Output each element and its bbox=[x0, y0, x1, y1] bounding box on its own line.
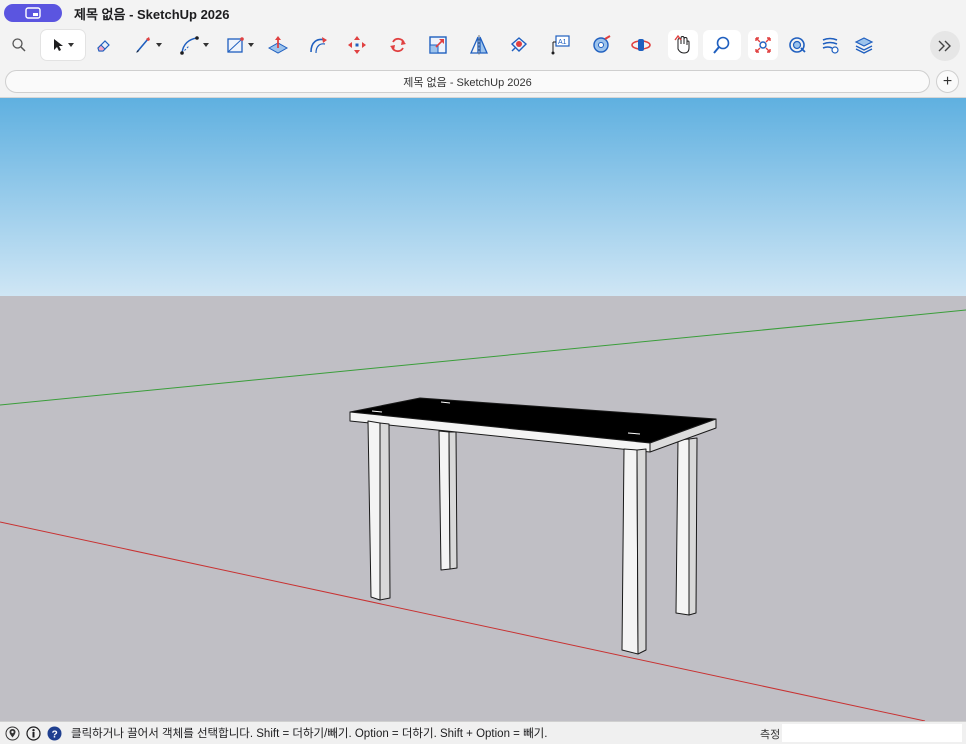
chevron-down-icon bbox=[68, 43, 74, 47]
pencil-icon bbox=[136, 37, 150, 53]
move-tool-button[interactable] bbox=[345, 30, 369, 60]
components-tool-button[interactable] bbox=[785, 30, 809, 60]
modeling-viewport[interactable] bbox=[0, 98, 966, 721]
scale-tool-button[interactable] bbox=[426, 30, 450, 60]
credits-icon bbox=[26, 725, 41, 741]
sketchup-window: 제목 없음 - SketchUp 2026 A1 제목 없음 - SketchU… bbox=[0, 0, 966, 744]
new-tab-button[interactable]: + bbox=[936, 70, 959, 93]
zoom-tool-button[interactable] bbox=[703, 30, 741, 60]
styles-icon bbox=[822, 37, 839, 54]
paint-bucket-tool-button[interactable] bbox=[507, 30, 531, 60]
zoom-extents-tool-button[interactable] bbox=[748, 30, 778, 60]
chevron-down-icon bbox=[203, 43, 209, 47]
table-leg-back-right bbox=[675, 438, 690, 616]
eraser-tool-button[interactable] bbox=[93, 30, 115, 60]
ground bbox=[0, 296, 966, 721]
status-hint-text: 클릭하거나 끌어서 객체를 선택합니다. Shift = 더하기/빼기. Opt… bbox=[71, 728, 548, 740]
hand-icon bbox=[674, 34, 690, 54]
push-pull-icon bbox=[267, 36, 289, 54]
document-tab-bar: 제목 없음 - SketchUp 2026 + bbox=[0, 66, 966, 98]
shape-tool-button[interactable] bbox=[221, 30, 259, 60]
help-button[interactable]: ? bbox=[46, 725, 63, 742]
main-toolbar: A1 bbox=[0, 26, 966, 66]
move-arrows-icon bbox=[348, 36, 366, 54]
text-tool-button[interactable]: A1 bbox=[547, 30, 573, 60]
pan-tool-button[interactable] bbox=[668, 30, 698, 60]
tape-measure-tool-button[interactable] bbox=[589, 30, 613, 60]
layers-icon bbox=[854, 37, 874, 54]
follow-me-icon bbox=[310, 37, 327, 54]
zoom-icon bbox=[713, 36, 730, 54]
svg-text:A1: A1 bbox=[558, 39, 567, 46]
text-label-icon: A1 bbox=[551, 35, 570, 55]
sky bbox=[0, 98, 966, 296]
table-leg-front-right bbox=[621, 448, 639, 655]
pencil-tool-button[interactable] bbox=[129, 30, 167, 60]
rotate-tool-button[interactable] bbox=[386, 30, 410, 60]
flip-icon bbox=[470, 35, 488, 55]
title-bar: 제목 없음 - SketchUp 2026 bbox=[0, 0, 966, 26]
paint-icon bbox=[510, 37, 528, 52]
select-tool-button[interactable] bbox=[41, 30, 85, 60]
follow-me-tool-button[interactable] bbox=[305, 30, 331, 60]
document-tab[interactable]: 제목 없음 - SketchUp 2026 bbox=[5, 70, 930, 93]
arc-icon bbox=[180, 36, 199, 55]
arrow-cursor-icon bbox=[54, 39, 63, 51]
push-pull-tool-button[interactable] bbox=[266, 30, 290, 60]
magnifier-icon bbox=[12, 38, 26, 52]
tags-tool-button[interactable] bbox=[852, 30, 876, 60]
zoom-extents-icon bbox=[755, 37, 771, 53]
eraser-icon bbox=[97, 40, 110, 52]
svg-text:?: ? bbox=[52, 729, 58, 740]
orbit-icon bbox=[631, 39, 651, 51]
chevron-down-icon bbox=[156, 43, 162, 47]
components-icon bbox=[789, 37, 806, 53]
table-leg-back-left bbox=[438, 430, 451, 571]
window-menu-button[interactable] bbox=[4, 4, 62, 22]
more-tools-button[interactable] bbox=[930, 31, 960, 61]
rectangle-icon bbox=[227, 37, 244, 53]
scale-icon bbox=[429, 36, 447, 54]
geolocation-icon bbox=[5, 726, 20, 740]
orbit-tool-button[interactable] bbox=[629, 30, 653, 60]
double-chevron-right-icon bbox=[938, 40, 951, 52]
rotate-icon bbox=[390, 37, 406, 53]
status-bar: ? 클릭하거나 끌어서 객체를 선택합니다. Shift = 더하기/빼기. O… bbox=[0, 721, 966, 744]
search-tool-button[interactable] bbox=[8, 30, 30, 60]
window-icon bbox=[25, 7, 41, 19]
arc-tool-button[interactable] bbox=[175, 30, 213, 60]
measurements-input[interactable] bbox=[782, 724, 962, 742]
window-title: 제목 없음 - SketchUp 2026 bbox=[74, 6, 230, 22]
geolocation-button[interactable] bbox=[4, 725, 21, 742]
styles-tool-button[interactable] bbox=[818, 30, 842, 60]
flip-tool-button[interactable] bbox=[467, 30, 491, 60]
measurements-label: 측정 bbox=[760, 729, 781, 741]
credits-button[interactable] bbox=[25, 725, 42, 742]
tape-measure-icon bbox=[593, 35, 611, 53]
chevron-down-icon bbox=[248, 43, 254, 47]
help-icon: ? bbox=[47, 726, 62, 740]
